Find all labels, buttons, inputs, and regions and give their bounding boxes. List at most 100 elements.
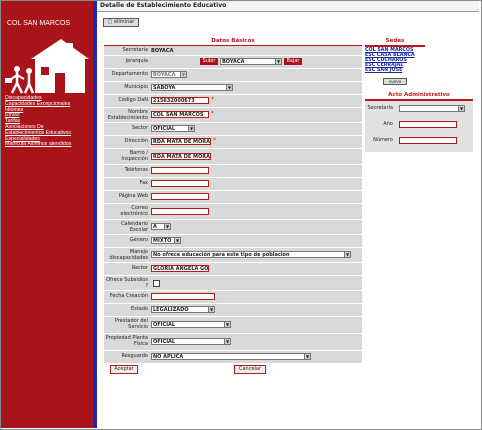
main-panel: Detalle de Establecimiento Educativo ▢ e…: [97, 1, 479, 428]
barrio-input[interactable]: RDA MATA DE MORA: [151, 153, 211, 160]
row-genero: Género MIXTO ▼: [104, 235, 362, 248]
estado-value: LEGALIZADO: [153, 307, 189, 313]
row-fax: Fax: [104, 178, 362, 191]
sedes-panel: Sedes COL SAN MARCOS ESC CASA BLANCA ESC…: [365, 38, 425, 85]
row-estado: Estado LEGALIZADO ▼: [104, 304, 362, 317]
chevron-down-icon: ▼: [174, 238, 180, 243]
new-sede-button[interactable]: nuevo: [383, 78, 407, 85]
chevron-down-icon: ▼: [164, 224, 170, 229]
chevron-down-icon: ▼: [458, 106, 464, 111]
jerarquia-down-button[interactable]: Bajar: [284, 58, 302, 65]
row-subsidios: Ofrece Subsidios ?: [104, 276, 362, 291]
barrio-label: Barrio / Inspección: [121, 150, 148, 162]
sidebar-link-matricula[interactable]: Matricula Alumnos atendidos: [5, 142, 91, 148]
codigo-dane-input[interactable]: 215632000673: [151, 97, 209, 104]
row-correo: Correo electrónico: [104, 204, 362, 220]
row-departamento: Departamento BOYACA ▼: [104, 69, 362, 82]
genero-select[interactable]: MIXTO ▼: [151, 237, 181, 244]
acto-secretaria-select[interactable]: ▼: [399, 105, 465, 112]
chevron-down-icon: ▼: [224, 339, 230, 344]
genero-value: MIXTO: [153, 238, 172, 244]
estado-select[interactable]: LEGALIZADO ▼: [151, 306, 215, 313]
prestador-label: Prestador del Servicio: [114, 318, 148, 330]
telefonos-label: Teléfonos: [124, 167, 148, 173]
chevron-down-icon: ▼: [226, 85, 232, 90]
fax-input[interactable]: [151, 180, 209, 187]
chevron-down-icon: ▼: [180, 72, 186, 77]
sede-link[interactable]: ESC SAN JOSE: [365, 68, 425, 73]
fecha-creacion-label: Fecha Creación: [109, 293, 148, 299]
delete-button-label: eliminar: [113, 19, 135, 25]
row-discapacidad: Manejo discapacidades No ofrece educació…: [104, 248, 362, 263]
telefonos-input[interactable]: [151, 167, 209, 174]
sidebar-link-asociaciones[interactable]: Asociaciones De Establecimientos Educati…: [5, 124, 75, 137]
acto-title: Acto Administrativo: [365, 92, 473, 101]
calendario-select[interactable]: A ▼: [151, 223, 171, 230]
municipio-select[interactable]: SABOYÁ ▼: [151, 84, 233, 91]
sector-select[interactable]: OFICIAL ▼: [151, 125, 195, 132]
propiedad-select[interactable]: OFICIAL ▼: [151, 338, 231, 345]
prestador-value: OFICIAL: [153, 322, 176, 328]
nombre-input[interactable]: COL SAN MARCOS: [151, 111, 209, 118]
pagina-web-input[interactable]: [151, 193, 209, 200]
fax-label: Fax: [139, 180, 148, 186]
codigo-dane-label: Código DaN: [118, 97, 148, 103]
propiedad-label: Propiedad Planta Física: [105, 335, 148, 347]
accept-button[interactable]: Aceptar: [110, 365, 138, 374]
discapacidad-select[interactable]: No ofrece educación para este tipo de po…: [151, 251, 351, 258]
acto-anio-input[interactable]: [399, 121, 457, 128]
acto-numero-input[interactable]: [399, 137, 457, 144]
sector-value: OFICIAL: [153, 126, 176, 132]
departamento-value: BOYACA: [153, 72, 176, 78]
delete-button[interactable]: ▢ eliminar: [103, 18, 139, 27]
row-rector: Rector GLORIA ANGELA GON: [104, 263, 362, 276]
page-title: Detalle de Establecimiento Educativo: [97, 1, 479, 12]
propiedad-value: OFICIAL: [153, 339, 176, 345]
chevron-down-icon: ▼: [188, 126, 194, 131]
subsidios-checkbox[interactable]: [153, 280, 160, 287]
secretaria-label: Secretaría: [122, 47, 148, 53]
required-asterisk: *: [213, 137, 216, 144]
discapacidad-value: No ofrece educación para este tipo de po…: [153, 252, 290, 258]
direccion-input[interactable]: RDA MATA DE MORA: [151, 138, 211, 145]
row-barrio: Barrio / Inspección RDA MATA DE MORA: [104, 149, 362, 165]
row-telefonos: Teléfonos: [104, 165, 362, 178]
departamento-label: Departamento: [111, 71, 148, 77]
rector-label: Rector: [131, 265, 148, 271]
correo-input[interactable]: [151, 208, 209, 215]
institution-name: COL SAN MARCOS: [7, 20, 71, 27]
row-jerarquia: Jerarquía Subir BOYACA ▼ Bajar: [104, 56, 362, 69]
row-direccion: Dirección RDA MATA DE MORA *: [104, 136, 362, 149]
row-prestador: Prestador del Servicio OFICIAL ▼: [104, 317, 362, 334]
acto-administrativo-panel: Acto Administrativo Secretaría ▼ Año Núm…: [365, 92, 473, 152]
row-municipio: Municipio SABOYÁ ▼: [104, 82, 362, 95]
resguardo-select[interactable]: NO APLICA ▼: [151, 353, 311, 360]
rector-input[interactable]: GLORIA ANGELA GON: [151, 265, 209, 272]
fecha-creacion-input[interactable]: [151, 293, 215, 300]
sedes-title: Sedes: [365, 38, 425, 47]
acto-anio-label: Año: [383, 121, 393, 127]
sidebar: COL SAN MARCOS Discapacidades Capacidade…: [1, 1, 97, 428]
jerarquia-up-button[interactable]: Subir: [200, 58, 218, 65]
chevron-down-icon: ▼: [208, 307, 214, 312]
acto-secretaria-label: Secretaría: [367, 105, 393, 111]
secretaria-value: BOYACA: [151, 48, 174, 54]
basic-data-form: Datos Básicos Secretaría BOYACA Jerarquí…: [104, 38, 362, 420]
resguardo-value: NO APLICA: [153, 354, 184, 360]
departamento-select[interactable]: BOYACA ▼: [151, 71, 187, 78]
row-sector: Sector OFICIAL ▼: [104, 123, 362, 136]
required-asterisk: *: [211, 110, 214, 117]
discapacidad-label: Manejo discapacidades: [109, 249, 148, 261]
row-calendario: Calendario Escolar A ▼: [104, 220, 362, 235]
school-house-icon: [5, 39, 89, 94]
prestador-select[interactable]: OFICIAL ▼: [151, 321, 231, 328]
municipio-label: Municipio: [124, 84, 148, 90]
subsidios-label: Ofrece Subsidios ?: [106, 277, 148, 289]
chevron-down-icon: ▼: [224, 322, 230, 327]
cancel-button[interactable]: Cancelar: [234, 365, 266, 374]
row-nombre: Nombre Establecimiento COL SAN MARCOS *: [104, 108, 362, 123]
resguardo-label: Resguardo: [121, 353, 148, 359]
required-asterisk: *: [211, 96, 214, 103]
nombre-label: Nombre Establecimiento: [107, 109, 148, 121]
jerarquia-select[interactable]: BOYACA ▼: [220, 58, 282, 65]
